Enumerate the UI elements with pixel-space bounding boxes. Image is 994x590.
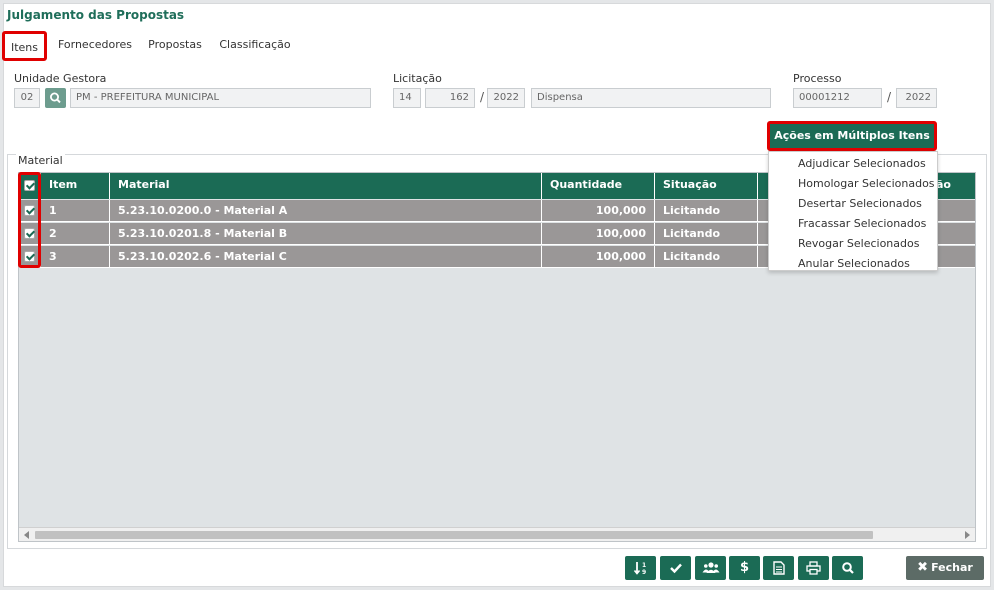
processo-ano-field[interactable]: 2022 [896,88,937,108]
menu-item-revogar[interactable]: Revogar Selecionados [769,234,937,254]
unidade-gestora-code-field[interactable]: 02 [14,88,40,108]
search-button[interactable] [832,556,863,580]
header-quantidade[interactable]: Quantidade [542,173,655,199]
header-partial-label: ão [936,178,951,191]
valores-button[interactable]: $ [729,556,760,580]
tab-label: Propostas [148,38,202,51]
licitacao-separator: / [480,90,485,104]
menu-item-homologar[interactable]: Homologar Selecionados [769,174,937,194]
sort-numeric-icon: 19 [633,561,646,576]
cell-quantidade: 100,000 [542,223,655,244]
tab-itens[interactable]: Itens [2,31,47,61]
users-icon [702,561,719,573]
print-button[interactable] [798,556,829,580]
menu-item-fracassar[interactable]: Fracassar Selecionados [769,214,937,234]
tab-label: Fornecedores [57,38,133,51]
header-item[interactable]: Item [41,173,110,199]
search-icon [841,561,854,574]
cell-item: 3 [41,246,110,267]
unidade-gestora-label: Unidade Gestora [14,72,107,85]
licitacao-modalidade-field[interactable]: Dispensa [531,88,771,108]
svg-text:1: 1 [642,562,646,569]
cell-quantidade: 100,000 [542,200,655,221]
search-icon [50,92,61,104]
confirm-button[interactable] [660,556,691,580]
licitacao-tipo-field[interactable]: 14 [393,88,421,108]
sort-button[interactable]: 19 [625,556,656,580]
close-icon: ✖ [917,560,929,575]
tab-label: Itens [10,41,39,54]
cell-situacao: Licitando [655,223,758,244]
tab-classificacao[interactable]: Classificação [216,31,294,61]
print-icon [806,560,821,575]
unidade-gestora-search-button[interactable] [45,88,66,108]
processo-separator: / [887,90,892,104]
check-icon [669,563,682,573]
document-button[interactable] [763,556,794,580]
fechar-button[interactable]: ✖ Fechar [906,556,984,580]
scroll-right-arrow-icon[interactable] [965,531,970,539]
page-title: Julgamento das Propostas [7,8,185,22]
scroll-thumb[interactable] [35,531,873,539]
fornecedores-button[interactable] [695,556,726,580]
cell-situacao: Licitando [655,200,758,221]
cell-material: 5.23.10.0202.6 - Material C [110,246,542,267]
processo-numero-field[interactable]: 00001212 [793,88,882,108]
dollar-icon: $ [739,560,750,575]
unidade-gestora-name-field[interactable]: PM - PREFEITURA MUNICIPAL [70,88,371,108]
menu-item-adjudicar[interactable]: Adjudicar Selecionados [769,154,937,174]
licitacao-ano-field[interactable]: 2022 [487,88,525,108]
checkbox-column-highlight [18,172,41,268]
document-icon [772,560,785,575]
scroll-left-arrow-icon[interactable] [24,531,29,539]
tab-label: Classificação [219,38,291,51]
tab-propostas[interactable]: Propostas [146,31,204,61]
material-legend: Material [16,154,65,167]
menu-item-anular[interactable]: Anular Selecionados [769,254,937,274]
licitacao-numero-field[interactable]: 162 [425,88,475,108]
licitacao-label: Licitação [393,72,442,85]
processo-label: Processo [793,72,842,85]
header-situacao[interactable]: Situação [655,173,758,199]
tab-fornecedores[interactable]: Fornecedores [56,31,134,61]
acoes-multiplos-itens-button[interactable]: Ações em Múltiplos Itens [767,121,937,162]
fechar-label: Fechar [931,561,973,574]
acoes-dropdown-menu: Adjudicar Selecionados Homologar Selecio… [768,151,938,271]
cell-item: 2 [41,223,110,244]
header-material[interactable]: Material [110,173,542,199]
cell-item: 1 [41,200,110,221]
cell-situacao: Licitando [655,246,758,267]
svg-text:9: 9 [642,569,646,576]
cell-quantidade: 100,000 [542,246,655,267]
menu-item-desertar[interactable]: Desertar Selecionados [769,194,937,214]
horizontal-scrollbar[interactable] [19,527,975,541]
cell-material: 5.23.10.0201.8 - Material B [110,223,542,244]
acoes-button-label: Ações em Múltiplos Itens [774,129,930,142]
cell-material: 5.23.10.0200.0 - Material A [110,200,542,221]
